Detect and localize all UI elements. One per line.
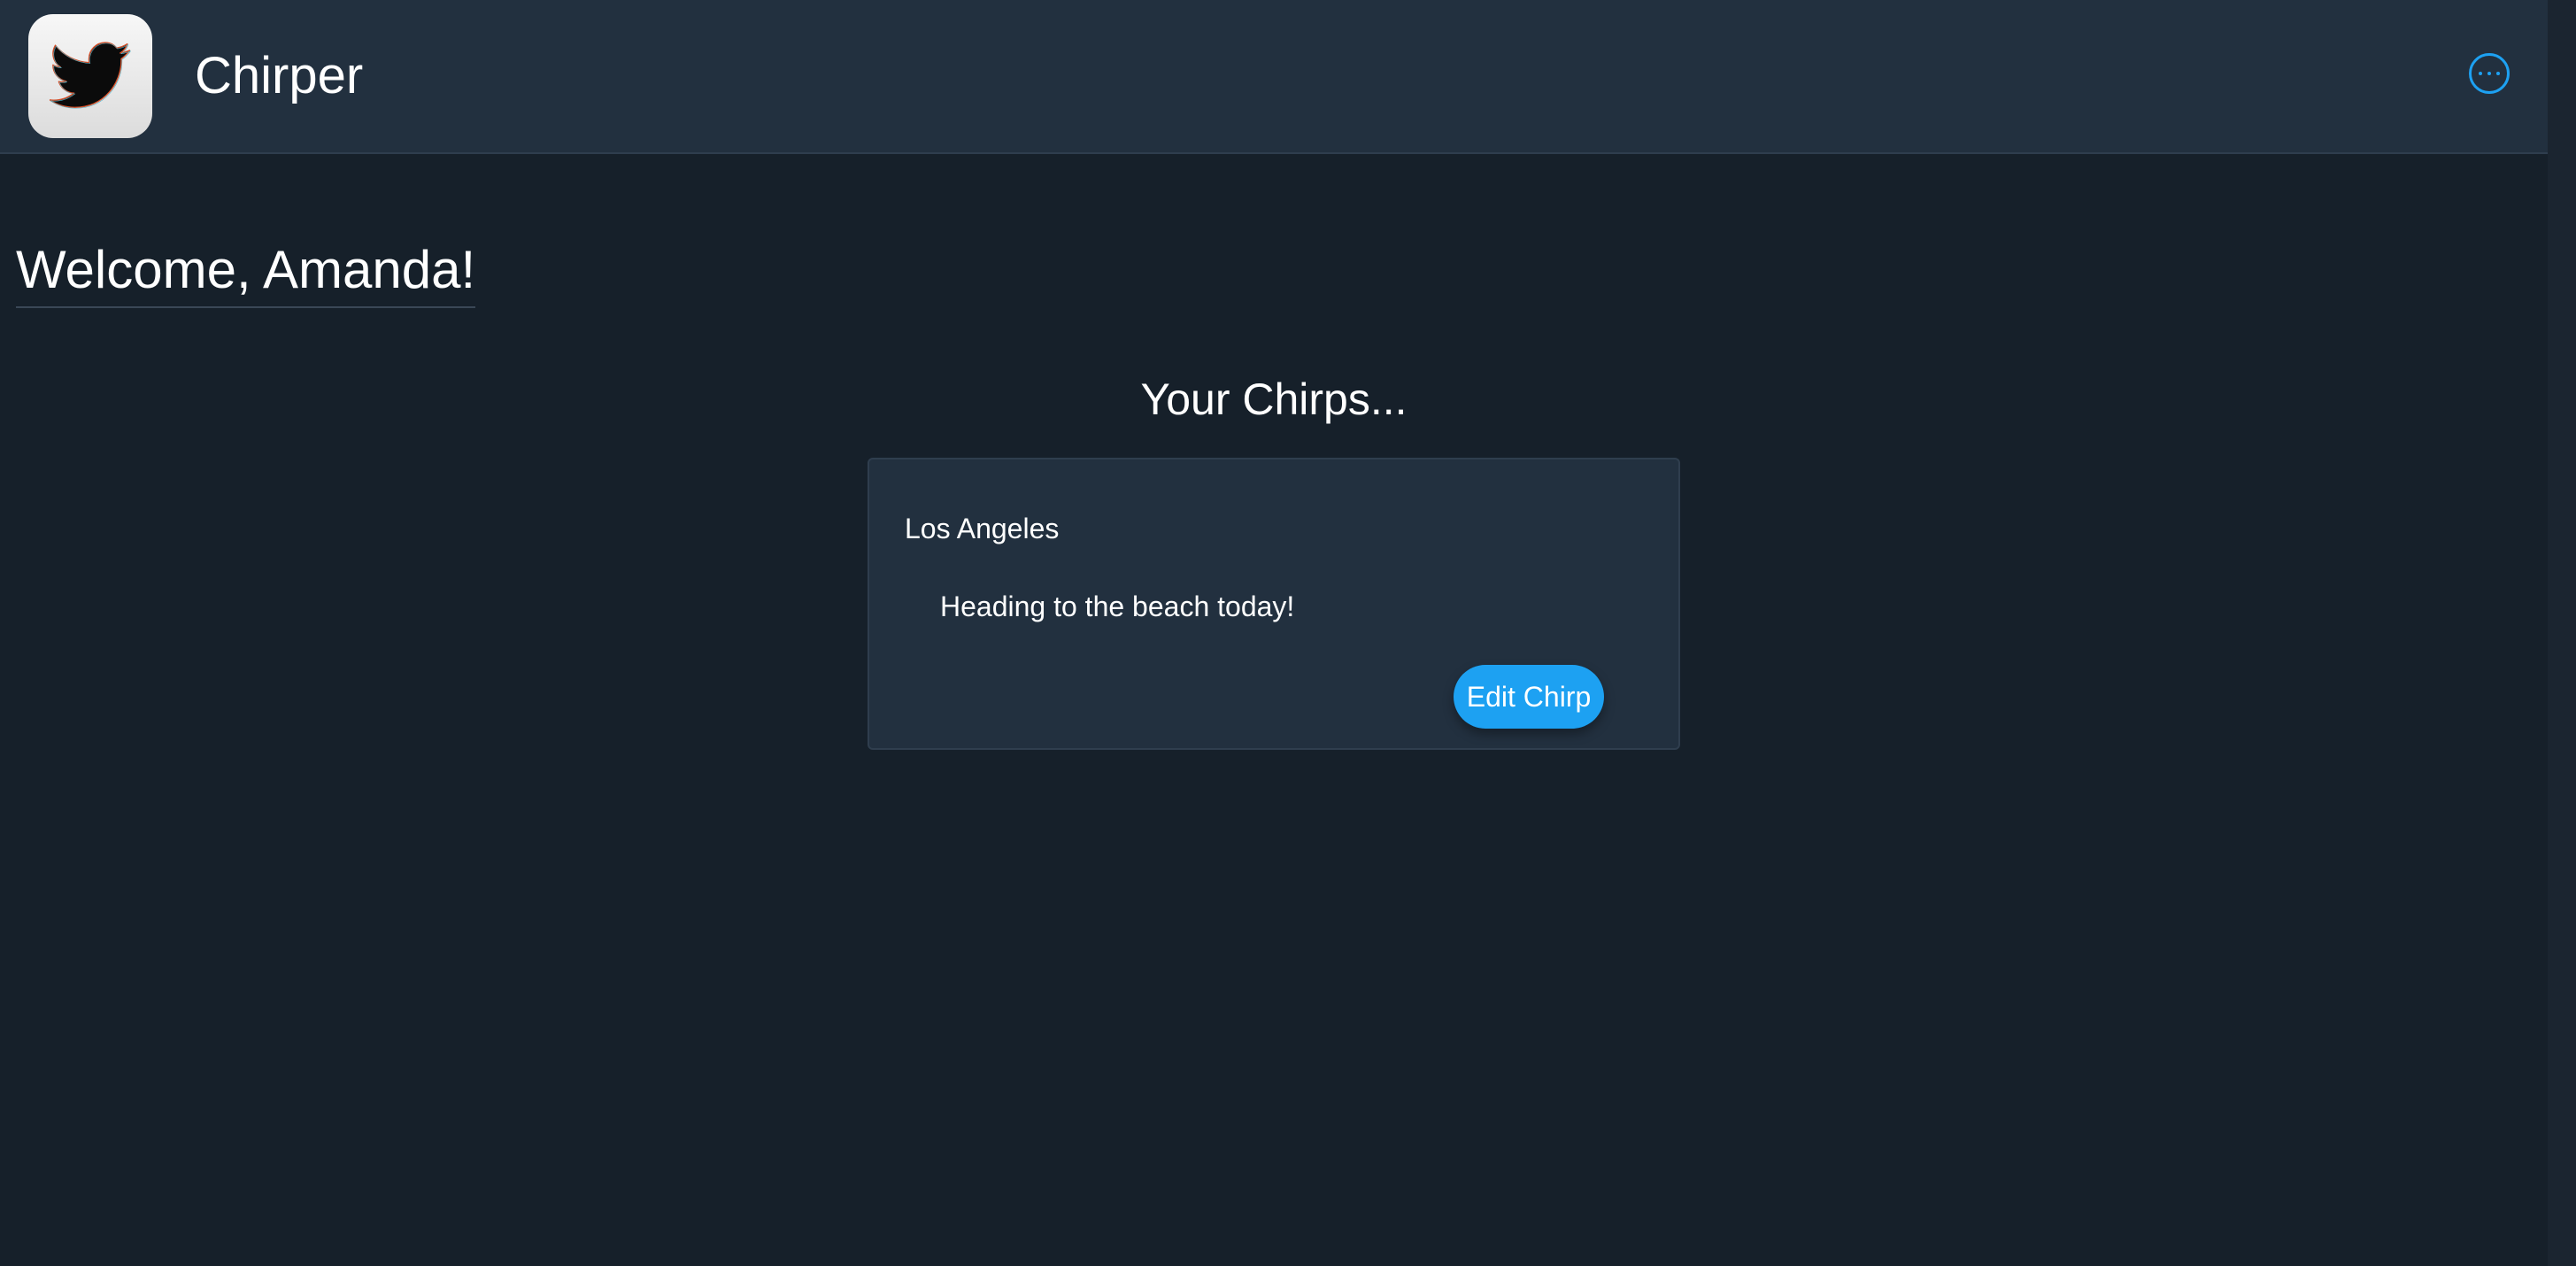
more-horizontal-circle-icon — [2479, 72, 2482, 75]
app-title: Chirper — [195, 47, 364, 104]
chirp-text: Heading to the beach today! — [940, 591, 1295, 622]
edit-chirp-button[interactable]: Edit Chirp — [1454, 665, 1604, 729]
twitter-bird-icon — [50, 42, 131, 109]
more-icon-dot — [2496, 72, 2500, 75]
app-header: Chirper — [0, 0, 2548, 154]
more-menu-button[interactable] — [2469, 53, 2510, 94]
app-logo[interactable] — [28, 14, 152, 138]
page-scrollbar[interactable] — [2548, 0, 2576, 1266]
your-chirps-heading: Your Chirps... — [1140, 374, 1408, 424]
more-icon-dot — [2487, 72, 2491, 75]
chirp-location: Los Angeles — [905, 513, 1060, 544]
welcome-heading: Welcome, Amanda! — [16, 237, 476, 308]
chirp-card: Los Angeles Heading to the beach today! … — [868, 458, 1680, 750]
